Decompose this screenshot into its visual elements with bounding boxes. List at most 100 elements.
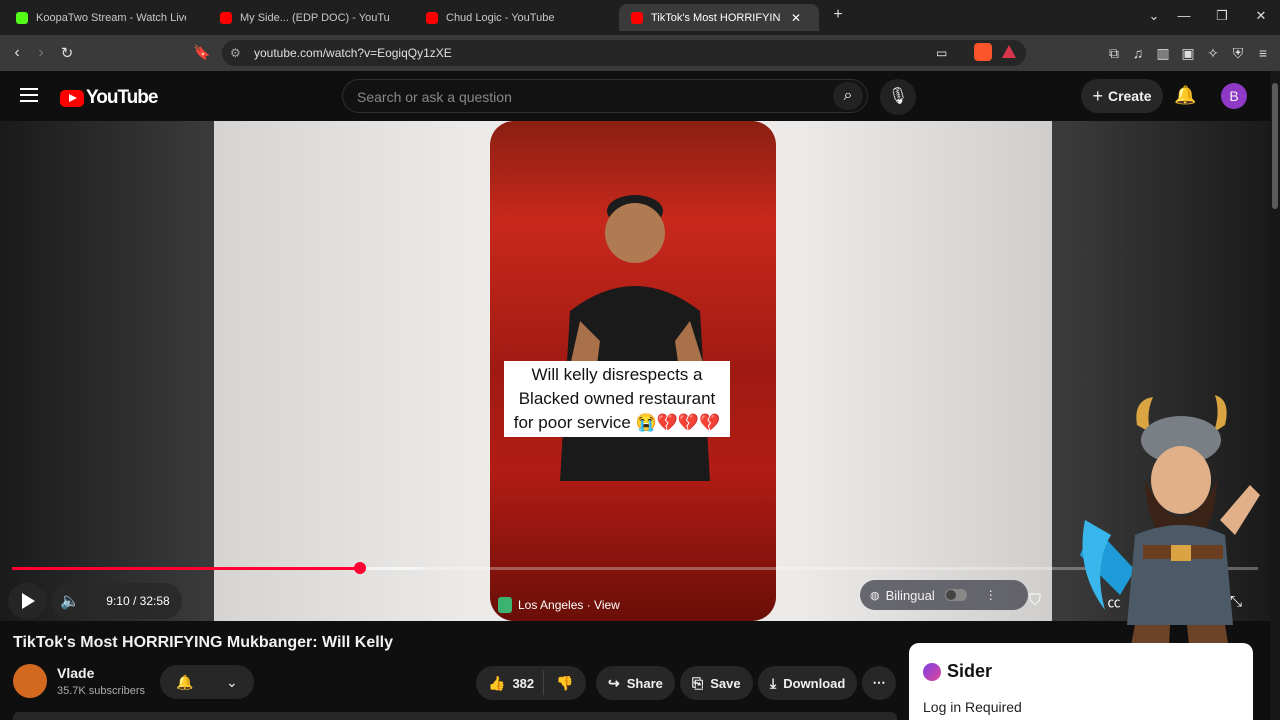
map-pin-icon: [498, 597, 512, 613]
search-icon[interactable]: ⌕: [833, 82, 863, 110]
tab-tiktok-video[interactable]: TikTok's Most HORRIFYING Mukb ✕: [619, 4, 819, 31]
extensions-icon[interactable]: ⧉: [1105, 45, 1123, 62]
save-label: Save: [710, 675, 741, 691]
leo-icon[interactable]: ✧: [1204, 45, 1222, 62]
channel-name[interactable]: Vlade: [57, 665, 94, 681]
guide-menu-icon[interactable]: [20, 88, 38, 102]
play-button[interactable]: [8, 583, 46, 619]
download-button[interactable]: ⤓ Download: [758, 666, 858, 700]
search-input[interactable]: Search or ask a question ⌕: [342, 79, 868, 113]
page-scrollbar[interactable]: [1270, 71, 1280, 720]
back-icon[interactable]: ‹: [7, 44, 27, 62]
volume-button[interactable]: 🔈: [51, 583, 89, 619]
location-tag: Los Angeles · View: [498, 597, 620, 613]
bilingual-label: Bilingual: [885, 587, 935, 603]
thumbs-up-icon: 👍: [488, 674, 506, 691]
save-button[interactable]: ⎘ Save: [680, 666, 753, 700]
like-count: 382: [512, 675, 535, 691]
voice-search-icon[interactable]: 🎙: [880, 79, 916, 115]
description-box-edge: [13, 712, 897, 720]
brave-rewards-icon[interactable]: [1002, 45, 1016, 58]
kick-icon: [16, 11, 28, 24]
sider-brand: Sider: [923, 661, 992, 682]
sider-name: Sider: [947, 661, 993, 681]
close-window-icon[interactable]: ✕: [1251, 8, 1271, 24]
reload-icon[interactable]: ↻: [57, 44, 77, 62]
url-text: youtube.com/watch?v=EogiqQy1zXE: [254, 46, 452, 60]
search-placeholder: Search or ask a question: [357, 89, 512, 105]
tab-title: KoopaTwo Stream - Watch Live o: [36, 11, 186, 24]
bookmark-icon[interactable]: 🔖: [192, 44, 212, 61]
tab-chud-logic[interactable]: Chud Logic - YouTube: [414, 4, 614, 31]
tab-koopatwo[interactable]: KoopaTwo Stream - Watch Live o: [4, 4, 202, 31]
location-text: Los Angeles · View: [518, 598, 620, 612]
site-settings-icon[interactable]: ⚙: [230, 46, 241, 60]
vpn-icon[interactable]: ⛨: [1229, 45, 1247, 62]
like-button[interactable]: 👍 382: [476, 671, 544, 695]
plus-icon: +: [1092, 85, 1103, 106]
played-bar: [12, 567, 360, 570]
wallet-icon[interactable]: ▣: [1179, 45, 1197, 62]
more-horizontal-icon: ⋯: [872, 675, 886, 690]
video-caption: Will kelly disrespects a Blacked owned r…: [504, 361, 730, 437]
maximize-icon[interactable]: ❐: [1212, 8, 1232, 24]
share-label: Share: [626, 675, 663, 691]
tiktok-clip: Will kelly disrespects a Blacked owned r…: [490, 121, 776, 621]
browser-tab-bar: KoopaTwo Stream - Watch Live o My Side..…: [0, 0, 1280, 35]
scrollbar-thumb[interactable]: [1272, 83, 1278, 209]
video-title: TikTok's Most HORRIFYING Mukbanger: Will…: [13, 634, 393, 651]
youtube-logo[interactable]: YouTube: [60, 87, 158, 109]
forward-icon[interactable]: ›: [31, 44, 51, 62]
tab-my-side[interactable]: My Side... (EDP DOC) - YouTube: [208, 4, 408, 31]
channel-avatar[interactable]: [13, 664, 47, 698]
create-button[interactable]: + Create: [1081, 79, 1163, 113]
bookmark-icon: ⎘: [692, 674, 704, 691]
menu-icon[interactable]: ≡: [1254, 45, 1272, 61]
tab-search-icon[interactable]: ⌄: [1144, 8, 1164, 24]
play-icon: [22, 593, 35, 609]
close-tab-icon[interactable]: ✕: [791, 11, 801, 25]
like-dislike-group: 👍 382 👎: [476, 666, 586, 700]
youtube-play-icon: [60, 89, 84, 107]
sider-panel: Sider Log in Required: [909, 643, 1253, 720]
bilingual-subtitles-control[interactable]: ◍ Bilingual ⋮: [860, 580, 1028, 610]
bilingual-toggle[interactable]: [944, 589, 967, 601]
thumbs-down-icon: 👎: [556, 674, 574, 691]
tab-title: My Side... (EDP DOC) - YouTube: [240, 11, 390, 24]
tab-title: Chud Logic - YouTube: [446, 11, 555, 24]
download-label: Download: [783, 675, 846, 691]
sider-logo-icon: [923, 662, 941, 681]
youtube-header: YouTube Search or ask a question ⌕ 🎙 + C…: [0, 71, 1270, 121]
more-actions-button[interactable]: ⋯: [862, 666, 896, 700]
media-icon[interactable]: ♫: [1129, 45, 1147, 61]
youtube-icon: [426, 11, 438, 24]
more-options-icon[interactable]: ⋮: [985, 588, 997, 602]
brave-shields-icon[interactable]: [974, 43, 992, 61]
time-display: 9:10 / 32:58: [94, 583, 182, 619]
sider-login-message[interactable]: Log in Required: [923, 699, 1022, 715]
minimize-icon[interactable]: —: [1174, 8, 1194, 23]
scrubber-knob[interactable]: [353, 562, 366, 574]
tab-title: TikTok's Most HORRIFYING Mukb: [651, 11, 781, 24]
youtube-logo-text: YouTube: [86, 87, 158, 108]
account-avatar[interactable]: B: [1221, 83, 1247, 109]
create-label: Create: [1107, 88, 1152, 104]
chevron-down-icon: ⌄: [226, 673, 238, 690]
sidebar-icon[interactable]: ▥: [1154, 45, 1172, 62]
shield-icon[interactable]: ⛉: [1018, 583, 1052, 619]
subscription-notifications-button[interactable]: 🔔 ⌄: [160, 665, 254, 699]
dislike-button[interactable]: 👎: [544, 675, 580, 692]
volume-icon: 🔈: [60, 593, 80, 610]
download-icon: ⤓: [770, 674, 777, 691]
address-bar[interactable]: ⚙ youtube.com/watch?v=EogiqQy1zXE ▭: [222, 40, 1026, 66]
share-button[interactable]: ↪ Share: [596, 666, 675, 700]
progress-bar[interactable]: [12, 562, 1258, 574]
bell-icon: 🔔: [176, 673, 194, 690]
cast-icon[interactable]: ▭: [936, 46, 947, 60]
new-tab-button[interactable]: +: [828, 6, 848, 24]
notifications-icon[interactable]: 🔔: [1174, 85, 1196, 106]
youtube-icon: [631, 11, 643, 24]
subscriber-count: 35.7K subscribers: [57, 685, 146, 697]
browser-toolbar: ‹ › ↻ 🔖 ⚙ youtube.com/watch?v=EogiqQy1zX…: [0, 35, 1280, 71]
youtube-icon: [220, 11, 232, 24]
